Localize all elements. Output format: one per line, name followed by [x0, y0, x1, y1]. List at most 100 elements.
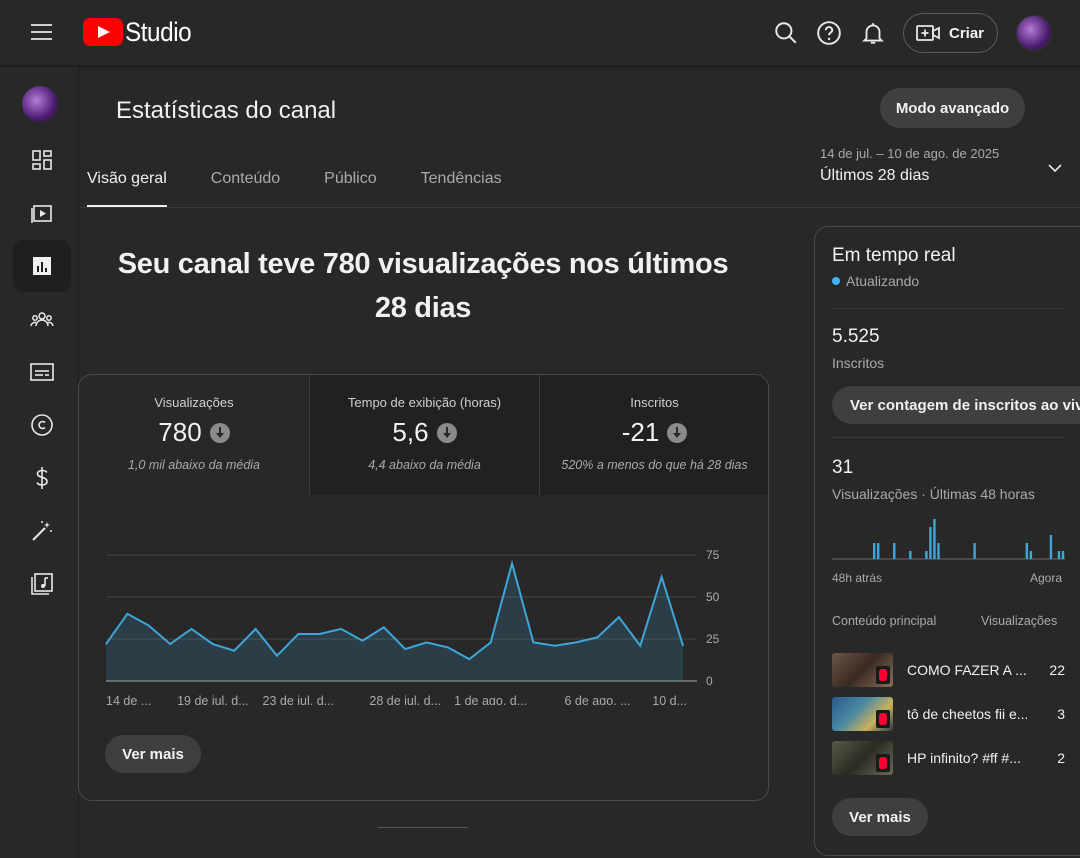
sidebar-item-analytics[interactable] [13, 240, 71, 292]
channel-avatar[interactable] [22, 86, 58, 122]
sidebar-item-customization[interactable] [13, 505, 71, 557]
realtime-views-chart[interactable] [832, 513, 1065, 561]
views-column-header: Visualizações [981, 614, 1058, 628]
metric-subscribers[interactable]: Inscritos -21 520% a menos do que há 28 … [539, 375, 768, 495]
sidebar-item-monetization[interactable] [13, 452, 71, 504]
dashboard-icon [32, 150, 52, 170]
metric-note: 4,4 abaixo da média [368, 458, 481, 472]
video-views: 22 [1049, 662, 1065, 678]
create-video-icon [916, 25, 940, 41]
studio-logo[interactable]: Studio [83, 17, 199, 47]
arrow-down-icon [209, 422, 230, 443]
logo-text: Studio [125, 16, 192, 47]
top-content-row[interactable]: COMO FAZER A ... 22 [832, 652, 1065, 688]
divider [832, 308, 1065, 309]
metric-label: Tempo de exibição (horas) [347, 395, 502, 410]
sidebar-item-audio-library[interactable] [13, 558, 71, 610]
realtime-bar [929, 527, 932, 559]
page-title: Estatísticas do canal [116, 97, 337, 124]
realtime-views-value: 31 [832, 457, 854, 478]
data-point [425, 641, 428, 643]
video-views: 3 [1057, 706, 1065, 722]
tab-audience[interactable]: Público [324, 170, 376, 208]
create-button[interactable]: Criar [903, 13, 998, 53]
data-point [126, 613, 128, 615]
video-views: 2 [1057, 750, 1065, 766]
data-point [639, 645, 641, 647]
chevron-down-icon[interactable] [1047, 160, 1063, 176]
sidebar-item-content[interactable] [13, 187, 71, 239]
top-content-header: Conteúdo principal [832, 614, 937, 628]
realtime-see-more-button[interactable]: Ver mais [832, 798, 928, 836]
content-icon [31, 205, 52, 223]
data-point [596, 636, 599, 638]
series-area [106, 563, 683, 681]
analytics-icon [33, 257, 51, 275]
x-tick-label: 14 de ... [106, 694, 151, 705]
sidebar-item-dashboard[interactable] [13, 134, 71, 186]
sidebar-item-subtitles[interactable] [13, 346, 71, 398]
video-title: HP infinito? #ff #... [907, 750, 1021, 766]
sidebar-item-copyright[interactable] [13, 399, 71, 451]
shorts-icon [876, 754, 890, 772]
realtime-bar [1029, 551, 1033, 559]
menu-icon[interactable] [31, 24, 52, 40]
realtime-bar [925, 551, 928, 559]
metric-note: 1,0 mil abaixo da média [127, 458, 261, 472]
data-point [575, 641, 577, 643]
arrow-down-icon [667, 422, 688, 443]
top-content-row[interactable]: tô de cheetos fii e... 3 [832, 696, 1065, 732]
y-tick-label: 0 [706, 674, 713, 688]
realtime-bar [872, 543, 876, 559]
live-dot-icon [832, 277, 840, 285]
top-content-row[interactable]: HP infinito? #ff #... 2 [832, 740, 1065, 776]
headline-line-2: 28 dias [374, 292, 472, 324]
date-range-label[interactable]: Últimos 28 dias [820, 167, 929, 185]
see-more-button[interactable]: Ver mais [105, 735, 201, 773]
metric-watch-time[interactable]: Tempo de exibição (horas) 5,6 4,4 abaixo… [309, 375, 539, 495]
data-point [254, 628, 257, 630]
metric-value: 780 [79, 417, 309, 448]
metric-note: 520% a menos do que há 28 dias [561, 458, 748, 472]
video-title: tô de cheetos fii e... [907, 706, 1027, 722]
data-point [618, 616, 620, 618]
video-title: COMO FAZER A ... [907, 662, 1027, 678]
x-tick-label: 19 de jul. d... [177, 694, 249, 705]
realtime-bar [1025, 543, 1029, 559]
subscribers-value: 5.525 [832, 326, 880, 347]
x-tick-label: 6 de ago. ... [565, 694, 631, 705]
metric-views[interactable]: Visualizações 780 1,0 mil abaixo da médi… [79, 375, 309, 495]
data-point [532, 641, 535, 643]
notifications-icon[interactable] [860, 20, 886, 46]
metric-value-text: -21 [621, 417, 660, 447]
overview-card: Visualizações 780 1,0 mil abaixo da médi… [78, 374, 769, 801]
tab-trends[interactable]: Tendências [421, 170, 502, 208]
help-icon[interactable] [816, 20, 842, 46]
data-point [105, 643, 107, 645]
data-point [340, 628, 342, 630]
create-button-label: Criar [949, 24, 985, 42]
search-icon[interactable] [773, 20, 799, 46]
data-point [511, 562, 513, 564]
advanced-mode-button[interactable]: Modo avançado [880, 88, 1025, 128]
video-thumbnail [832, 653, 893, 687]
views-chart[interactable]: 0 25 50 75 14 de ... 19 de jul. d... 23 de jul… [79, 495, 769, 705]
account-avatar[interactable] [1016, 15, 1052, 51]
realtime-bar [973, 543, 976, 559]
realtime-bar [893, 543, 896, 559]
date-range-detail[interactable]: 14 de jul. – 10 de ago. de 2025 [820, 146, 999, 161]
data-point [447, 646, 449, 648]
shorts-icon [876, 710, 890, 728]
sidebar-item-community[interactable] [13, 293, 71, 345]
data-point [468, 658, 470, 660]
realtime-title: Em tempo real [832, 245, 956, 266]
tab-content[interactable]: Conteúdo [211, 170, 280, 208]
metric-value-text: 5,6 [392, 417, 429, 447]
realtime-bar [933, 519, 936, 559]
realtime-bar [876, 543, 880, 559]
tab-overview[interactable]: Visão geral [87, 170, 167, 208]
live-subscriber-count-button[interactable]: Ver contagem de inscritos ao vivo [832, 386, 1080, 424]
metric-value: -21 [540, 417, 768, 448]
data-point [319, 633, 321, 635]
realtime-card: Em tempo real Atualizando 5.525 Inscrito… [814, 226, 1080, 856]
